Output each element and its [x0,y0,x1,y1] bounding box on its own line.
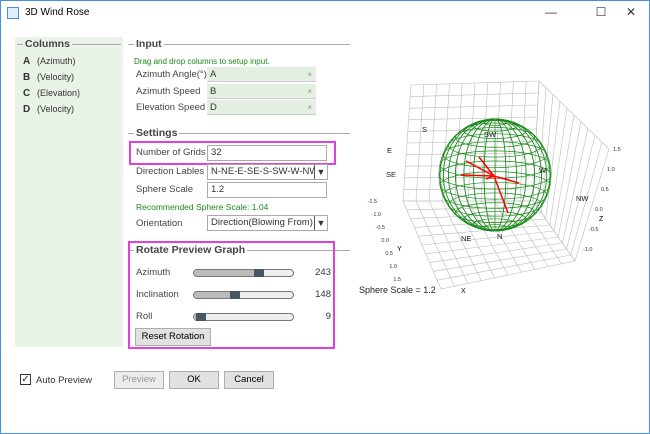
clear-icon[interactable]: × [307,67,312,82]
minimize-button[interactable]: — [531,1,571,23]
input-field[interactable]: A × [207,67,316,82]
rotation-slider[interactable] [193,313,294,321]
slider-thumb[interactable] [254,269,265,277]
chevron-down-icon[interactable]: ▼ [314,165,327,179]
slider-label: Azimuth [136,267,171,278]
direction-label: SW [484,130,497,139]
auto-preview-label: Auto Preview [36,375,92,386]
direction-labels-value: N-NE-E-SE-S-SW-W-NW [211,166,319,177]
direction-label: NW [576,194,589,203]
input-value: B [210,85,217,97]
input-title: Input [134,38,164,50]
z-tick-label: 0.0 [595,207,603,213]
column-letter: B [23,72,31,83]
grids-input[interactable]: 32 [207,145,327,161]
settings-title: Settings [134,127,180,139]
orientation-select[interactable]: Direction(Blowing From) ▼ [207,215,328,231]
rotation-slider[interactable] [193,291,294,299]
cancel-button[interactable]: Cancel [224,371,274,389]
direction-label: E [387,146,392,155]
y-tick-label: 1.5 [393,277,401,283]
clear-icon[interactable]: × [307,84,312,99]
z-axis-label: Z [599,216,604,223]
column-item[interactable]: A (Azimuth) [23,56,76,67]
direction-label: N [497,232,502,241]
input-value: A [210,69,217,80]
columns-title: Columns [23,38,72,50]
column-item[interactable]: C (Elevation) [23,88,80,99]
clear-icon[interactable]: × [307,100,312,115]
column-desc: (Elevation) [37,88,81,98]
y-tick-label: -1.0 [372,212,381,218]
window-title: 3D Wind Rose [25,7,90,18]
close-button[interactable]: ✕ [611,1,650,23]
input-field[interactable]: B × [207,83,316,99]
y-axis-label: Y [397,246,402,253]
input-field[interactable]: D × [207,100,316,115]
z-tick-label: 0.5 [601,187,609,193]
slider-value: 148 [315,289,331,300]
slider-label: Inclination [136,289,179,300]
slider-thumb[interactable] [196,313,207,321]
z-tick-label: 1.0 [607,167,615,173]
column-item[interactable]: B (Velocity) [23,72,74,83]
chevron-down-icon[interactable]: ▼ [314,216,327,230]
rotation-slider[interactable] [193,269,294,277]
slider-label: Roll [136,311,153,322]
input-label: Azimuth Speed [136,85,201,97]
z-tick-label: -1.0 [583,247,592,253]
z-tick-label: -0.5 [589,227,598,233]
grids-label: Number of Grids [136,147,206,158]
app-icon [7,7,19,19]
orientation-value: Direction(Blowing From) [211,217,313,228]
ok-button[interactable]: OK [169,371,219,389]
y-tick-label: 1.0 [389,264,397,270]
auto-preview-checkbox[interactable]: ✓ [20,374,31,385]
sphere-scale-input[interactable]: 1.2 [207,182,327,198]
columns-panel [15,37,123,347]
input-value: D [210,102,217,113]
y-tick-label: -1.5 [368,199,377,205]
column-desc: (Velocity) [37,72,75,82]
sphere-scale-caption: Sphere Scale = 1.2 [359,285,436,295]
column-letter: C [23,88,31,99]
column-item[interactable]: D (Velocity) [23,104,74,115]
slider-thumb[interactable] [230,291,241,299]
slider-value: 9 [325,311,331,322]
rotate-title: Rotate Preview Graph [134,244,248,256]
column-letter: D [23,104,31,115]
column-letter: A [23,56,31,67]
input-hint: Drag and drop columns to setup input. [134,57,270,66]
recommended-scale: Recommended Sphere Scale: 1.04 [136,202,269,212]
input-label: Azimuth Angle(°) [136,69,207,80]
direction-label: SE [386,170,396,179]
preview-graph: S SW W NW N NE E SE -1.5 -1.0 -0.5 0.0 0.5 1.0 1.5 1.… [368,80,621,295]
preview-button[interactable]: Preview [114,371,164,389]
slider-value: 243 [315,267,331,278]
orientation-label: Orientation [136,218,183,229]
column-desc: (Azimuth) [37,56,76,66]
y-tick-label: 0.0 [381,238,389,244]
x-axis-label: X [461,288,466,295]
column-desc: (Velocity) [37,104,75,114]
sphere-scale-label: Sphere Scale [136,184,194,195]
y-tick-label: -0.5 [376,225,385,231]
direction-labels-label: Direction Lables [136,166,205,177]
input-label: Elevation Speed [136,102,206,113]
direction-labels-select[interactable]: N-NE-E-SE-S-SW-W-NW ▼ [207,164,328,180]
direction-label: W [539,166,547,175]
z-tick-label: 1.5 [613,147,621,153]
y-tick-label: 0.5 [385,251,393,257]
reset-rotation-button[interactable]: Reset Rotation [135,328,211,346]
direction-label: NE [461,234,471,243]
direction-label: S [422,125,427,134]
